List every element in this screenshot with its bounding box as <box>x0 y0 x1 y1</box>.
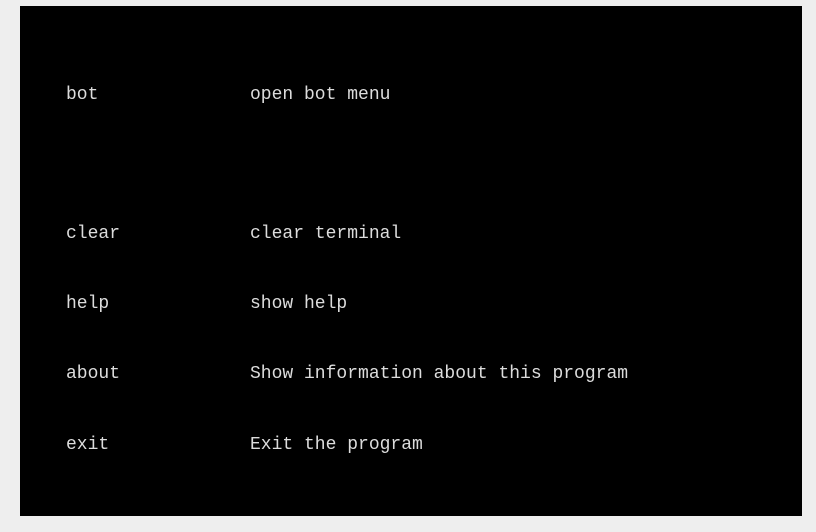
help-cmd: help <box>30 293 250 316</box>
help-desc: show help <box>250 293 347 316</box>
help-row: exit Exit the program <box>30 434 792 457</box>
help-cmd: bot <box>30 84 250 107</box>
help-desc: open bot menu <box>250 84 390 107</box>
terminal-window[interactable]: bot open bot menu clear clear terminal h… <box>20 6 802 516</box>
help-row: about Show information about this progra… <box>30 363 792 386</box>
help-desc: clear terminal <box>250 223 401 246</box>
help-desc: Exit the program <box>250 434 423 457</box>
spacer <box>30 154 792 176</box>
help-row: bot open bot menu <box>30 84 792 107</box>
help-cmd: about <box>30 363 250 386</box>
help-cmd: exit <box>30 434 250 457</box>
help-cmd: clear <box>30 223 250 246</box>
help-row: clear clear terminal <box>30 223 792 246</box>
help-row: help show help <box>30 293 792 316</box>
help-desc: Show information about this program <box>250 363 628 386</box>
